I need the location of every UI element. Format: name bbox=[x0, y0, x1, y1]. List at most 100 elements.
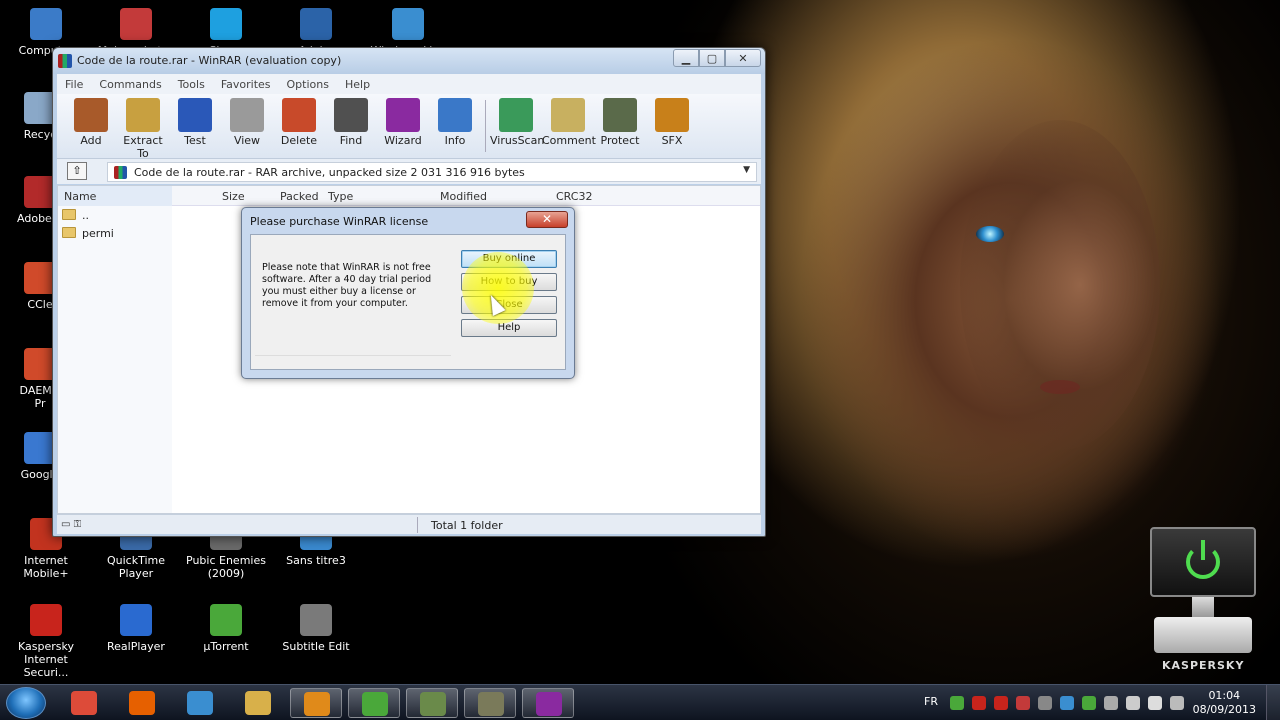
help-button[interactable]: Help bbox=[461, 319, 557, 337]
dialog-close-action-button[interactable]: Close bbox=[461, 296, 557, 314]
menu-bar: File Commands Tools Favorites Options Help bbox=[57, 74, 761, 94]
tray-display-icon[interactable] bbox=[1170, 696, 1184, 710]
system-tray: FR 01:04 08/09/2013 bbox=[920, 685, 1280, 720]
menu-item-options[interactable]: Options bbox=[279, 78, 337, 91]
toolbar-label: Info bbox=[444, 134, 466, 147]
delete-button[interactable]: Delete bbox=[273, 94, 325, 147]
toolbar-label: Find bbox=[339, 134, 363, 147]
tray-sync-icon[interactable] bbox=[1082, 696, 1096, 710]
desktop-app-icon bbox=[120, 8, 152, 40]
tray-flag-icon[interactable] bbox=[1126, 696, 1140, 710]
delete-bin-icon bbox=[282, 98, 316, 132]
status-divider bbox=[417, 517, 418, 533]
clock-date: 08/09/2013 bbox=[1192, 703, 1256, 716]
license-dialog: Please purchase WinRAR license ✕ Please … bbox=[241, 207, 575, 379]
toolbar-label: Comment bbox=[542, 134, 596, 147]
dialog-body: Please note that WinRAR is not free soft… bbox=[250, 234, 566, 370]
minimize-button[interactable]: ▁ bbox=[673, 49, 699, 67]
column-crc32[interactable]: CRC32 bbox=[556, 190, 592, 203]
add-archive-icon bbox=[74, 98, 108, 132]
protect-button[interactable]: Protect bbox=[594, 94, 646, 147]
extract-to-button[interactable]: Extract To bbox=[117, 94, 169, 160]
tray-malwarebytes-icon[interactable] bbox=[1016, 696, 1030, 710]
toolbar-label: Wizard bbox=[384, 134, 422, 147]
start-button[interactable] bbox=[6, 687, 46, 719]
comment-button[interactable]: Comment bbox=[542, 94, 596, 147]
menu-item-help[interactable]: Help bbox=[337, 78, 378, 91]
up-folder-button[interactable]: ⇧ bbox=[67, 162, 87, 180]
column-modified[interactable]: Modified bbox=[440, 190, 487, 203]
column-name[interactable]: Name bbox=[64, 190, 96, 203]
desktop-app-icon bbox=[392, 8, 424, 40]
tray-volume-icon[interactable] bbox=[1148, 696, 1162, 710]
how-to-buy-button[interactable]: How to buy bbox=[461, 273, 557, 291]
address-bar: ⇧ Code de la route.rar - RAR archive, un… bbox=[57, 158, 761, 184]
menu-item-commands[interactable]: Commands bbox=[91, 78, 169, 91]
desktop-icon[interactable]: µTorrent bbox=[182, 604, 270, 653]
kaspersky-gadget[interactable]: KASPERSKY bbox=[1148, 527, 1258, 677]
find-button[interactable]: Find bbox=[325, 94, 377, 147]
taskbar-firefox-button[interactable] bbox=[116, 688, 168, 718]
virusscan-button[interactable]: VirusScan bbox=[490, 94, 544, 147]
list-item[interactable]: permi bbox=[62, 227, 114, 244]
menu-item-tools[interactable]: Tools bbox=[170, 78, 213, 91]
taskbar-winrar-button[interactable] bbox=[522, 688, 574, 718]
desktop-app-icon bbox=[210, 604, 242, 636]
clock-time: 01:04 bbox=[1208, 689, 1241, 702]
menu-item-favorites[interactable]: Favorites bbox=[213, 78, 279, 91]
toolbar-separator bbox=[485, 100, 486, 152]
archive-path-field[interactable]: Code de la route.rar - RAR archive, unpa… bbox=[107, 162, 757, 182]
tray-skype-icon[interactable] bbox=[972, 696, 986, 710]
clock[interactable]: 01:04 08/09/2013 bbox=[1193, 689, 1256, 717]
dialog-message: Please note that WinRAR is not free soft… bbox=[262, 262, 432, 309]
tray-utorrent-icon[interactable] bbox=[950, 696, 964, 710]
info-button[interactable]: Info bbox=[429, 94, 481, 147]
desktop-icon[interactable]: RealPlayer bbox=[92, 604, 180, 653]
sfx-button[interactable]: SFX bbox=[646, 94, 698, 147]
winrar-icon bbox=[58, 54, 72, 68]
taskbar-messenger-button[interactable] bbox=[174, 688, 226, 718]
gadget-base bbox=[1154, 617, 1252, 653]
taskbar-media-player-button[interactable] bbox=[290, 688, 342, 718]
taskbar-game-button[interactable] bbox=[406, 688, 458, 718]
window-titlebar[interactable]: Code de la route.rar - WinRAR (evaluatio… bbox=[53, 48, 765, 74]
dialog-close-button[interactable]: ✕ bbox=[526, 211, 568, 228]
maximize-button[interactable]: ▢ bbox=[699, 49, 725, 67]
chevron-down-icon[interactable]: ▼ bbox=[743, 165, 750, 175]
column-type[interactable]: Type bbox=[328, 190, 353, 203]
archive-icon bbox=[114, 166, 127, 179]
taskbar-utorrent-button[interactable] bbox=[348, 688, 400, 718]
toolbar-label: SFX bbox=[661, 134, 683, 147]
sfx-icon bbox=[655, 98, 689, 132]
show-desktop-button[interactable] bbox=[1266, 685, 1280, 720]
comment-pen-icon bbox=[551, 98, 585, 132]
desktop-icon-label: Kaspersky Internet Securi... bbox=[18, 640, 74, 679]
view-button[interactable]: View bbox=[221, 94, 273, 147]
tray-kaspersky-icon[interactable] bbox=[994, 696, 1008, 710]
wizard-button[interactable]: Wizard bbox=[377, 94, 429, 147]
utorrent-icon bbox=[362, 692, 388, 716]
tray-messenger-icon[interactable] bbox=[1060, 696, 1074, 710]
extract-folder-icon bbox=[126, 98, 160, 132]
language-indicator[interactable]: FR bbox=[924, 695, 938, 708]
add-button[interactable]: Add bbox=[65, 94, 117, 147]
test-button[interactable]: Test bbox=[169, 94, 221, 147]
tray-network-icon[interactable] bbox=[1104, 696, 1118, 710]
archive-path-text: Code de la route.rar - RAR archive, unpa… bbox=[134, 166, 525, 179]
menu-item-file[interactable]: File bbox=[57, 78, 91, 91]
list-item-label: .. bbox=[82, 209, 89, 222]
desktop-icon[interactable]: Kaspersky Internet Securi... bbox=[2, 604, 90, 679]
desktop-icon-label: RealPlayer bbox=[107, 640, 165, 653]
column-packed[interactable]: Packed bbox=[280, 190, 319, 203]
tray-daemon-icon[interactable] bbox=[1038, 696, 1052, 710]
taskbar-chrome-button[interactable] bbox=[58, 688, 110, 718]
buy-online-button[interactable]: Buy online bbox=[461, 250, 557, 268]
desktop-icon[interactable]: Subtitle Edit bbox=[272, 604, 360, 653]
close-button[interactable]: ✕ bbox=[725, 49, 761, 67]
taskbar-explorer-button[interactable] bbox=[232, 688, 284, 718]
taskbar-game2-button[interactable] bbox=[464, 688, 516, 718]
column-size[interactable]: Size bbox=[222, 190, 245, 203]
drive-key-icon[interactable]: ▭ ⚿ bbox=[61, 519, 81, 530]
list-item[interactable]: .. bbox=[62, 209, 89, 226]
virusscan-icon bbox=[499, 98, 533, 132]
